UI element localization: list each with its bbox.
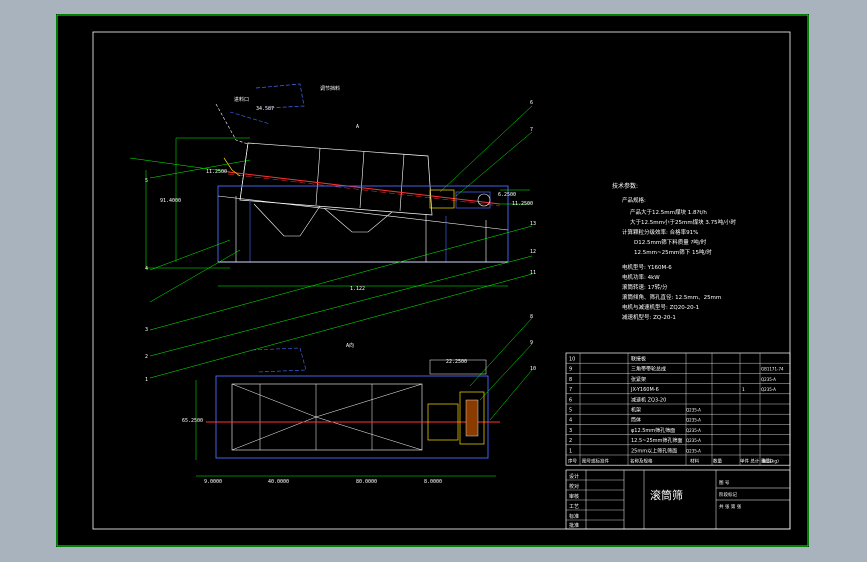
bom-row-no: 6 [569,397,572,403]
bom-row-name: 筒体 [631,417,641,424]
bom-row-name: 联接板 [631,356,646,363]
cad-drawing-sheet: 进料口 调节挡料 34.587 A 11.2500 91.4000 6.2500… [56,14,809,547]
balloon-5: 5 [145,178,148,184]
bom-row-name: 减速机 ZQ3-20 [631,396,666,403]
dim-10: 80.0000 [356,479,377,485]
tb-sheet: 共 张 第 张 [719,503,742,510]
bom-row-note: GB1171-74 [761,367,784,372]
tb-row-1: 校对 [569,483,579,490]
bom-row-material: Q235-A [686,428,701,433]
bom-header-cell: 序号 [568,458,577,465]
bom-row-note: Q235-A [761,387,776,392]
balloon-2: 2 [145,354,148,360]
dim-4: 6.2500 [498,192,516,198]
balloon-4: 4 [145,266,148,272]
bom-row-name: 张紧架 [631,376,646,383]
bom-header-cell: 材料 [690,458,699,465]
bom-row-no: 1 [569,448,572,454]
bom-header-cell: 数量 [713,458,722,465]
dim-6: 1.122 [350,286,365,292]
bom-header-cell: 图号或标准件 [582,458,609,465]
balloon-9: 9 [530,340,533,346]
feed-label: 进料口 [234,96,249,103]
param-0: 产品规格: [622,196,646,204]
tb-row-4: 标准 [569,513,579,520]
drawing-title: 滚筒筛 [650,488,683,502]
bom-row-material: Q235-A [686,408,701,413]
param-8: 滚筒转速: 17转/分 [622,283,668,291]
tb-org: 图 号 [719,480,730,486]
balloon-1: 1 [145,377,148,383]
bom-row-no: 3 [569,428,572,434]
bom-row-name: 机架 [631,407,641,414]
bom-header-cell: 名称及规格 [630,458,653,465]
tb-stage: 阶段标记 [719,491,737,498]
discharge-label: 调节挡料 [320,85,340,92]
dim-3: 91.4000 [160,198,181,204]
angle-dim: 34.587 [256,106,274,112]
balloon-11: 11 [530,270,536,276]
cad-viewport: 进料口 调节挡料 34.587 A 11.2500 91.4000 6.2500… [0,0,867,562]
bom-row-name: 25mm以上筛孔筛面 [631,447,677,454]
bom-header-cell: 单件 总计 重量(kg) [740,458,779,465]
bom-row-no: 9 [569,367,572,373]
dim-9: 40.0000 [268,479,289,485]
param-4: D12.5mm筛下料质量 ?吨/时 [634,238,707,246]
param-3: 计算颗粒分级效率: 合格率91% [622,228,698,236]
balloon-7: 7 [530,127,533,133]
dim-8: 9.0000 [204,479,222,485]
balloon-8: 8 [530,314,533,320]
param-11: 减速机型号: ZQ-20-1 [622,313,676,321]
dim-5: 11.2500 [512,201,533,207]
tb-row-2: 审核 [569,493,579,500]
bom-row-no: 7 [569,387,572,393]
bom-row-material: Q235-A [686,418,701,423]
param-10: 电机与减速机型号: ZQ20-20-1 [622,303,699,311]
sheet-background [56,14,809,547]
bom-row-no: 8 [569,377,572,383]
bom-row-no: 2 [569,438,572,444]
param-6: 电机型号: Y160M-6 [622,263,672,271]
param-9: 滚筒倾角、筛孔直径: 12.5mm、25mm [622,293,721,301]
balloon-13: 13 [530,221,536,227]
param-7: 电机功率: 4kW [622,273,660,281]
balloon-10: 10 [530,366,536,372]
param-1: 产品大于12.5mm煤块 1.8?t/h [630,208,707,216]
bom-row-material: Q235-A [686,448,701,453]
plan-view-label: A向 [346,342,354,349]
balloon-12: 12 [530,249,536,255]
param-2: 大于12.5mm小于25mm煤块 3.75吨/小时 [630,218,737,226]
tb-row-5: 批准 [569,522,579,529]
bom-row-note: Q235-A [761,377,776,382]
bom-row-no: 4 [569,418,572,424]
dim-12: 22.2500 [446,359,467,365]
bom-row-no: 5 [569,408,572,414]
bom-row-no: 10 [569,357,575,363]
dim-7: 65.2500 [182,418,203,424]
tb-row-0: 设计 [569,473,579,480]
bom-row-material: Q235-A [686,438,701,443]
dim-11: 8.0000 [424,479,442,485]
balloon-3: 3 [145,327,148,333]
bom-row-name: 三角带带轮总成 [631,366,666,373]
view-a-label: A [356,124,359,130]
bom-row-name: JX-Y160M-6 [630,387,659,393]
tb-row-3: 工艺 [569,504,579,510]
param-5: 12.5mm~25mm筛下 15吨/时 [634,248,712,256]
dim-1: 11.2500 [206,169,227,175]
balloon-6: 6 [530,100,533,106]
bom-row-name: 12.5~25mm筛孔筛面 [631,437,682,444]
bom-row-name: φ12.5mm筛孔筛面 [631,427,675,434]
params-title: 技术参数: [612,182,638,190]
bom-row-qty: 1 [742,387,745,393]
bom-header-cell: 备 注 [762,458,773,465]
